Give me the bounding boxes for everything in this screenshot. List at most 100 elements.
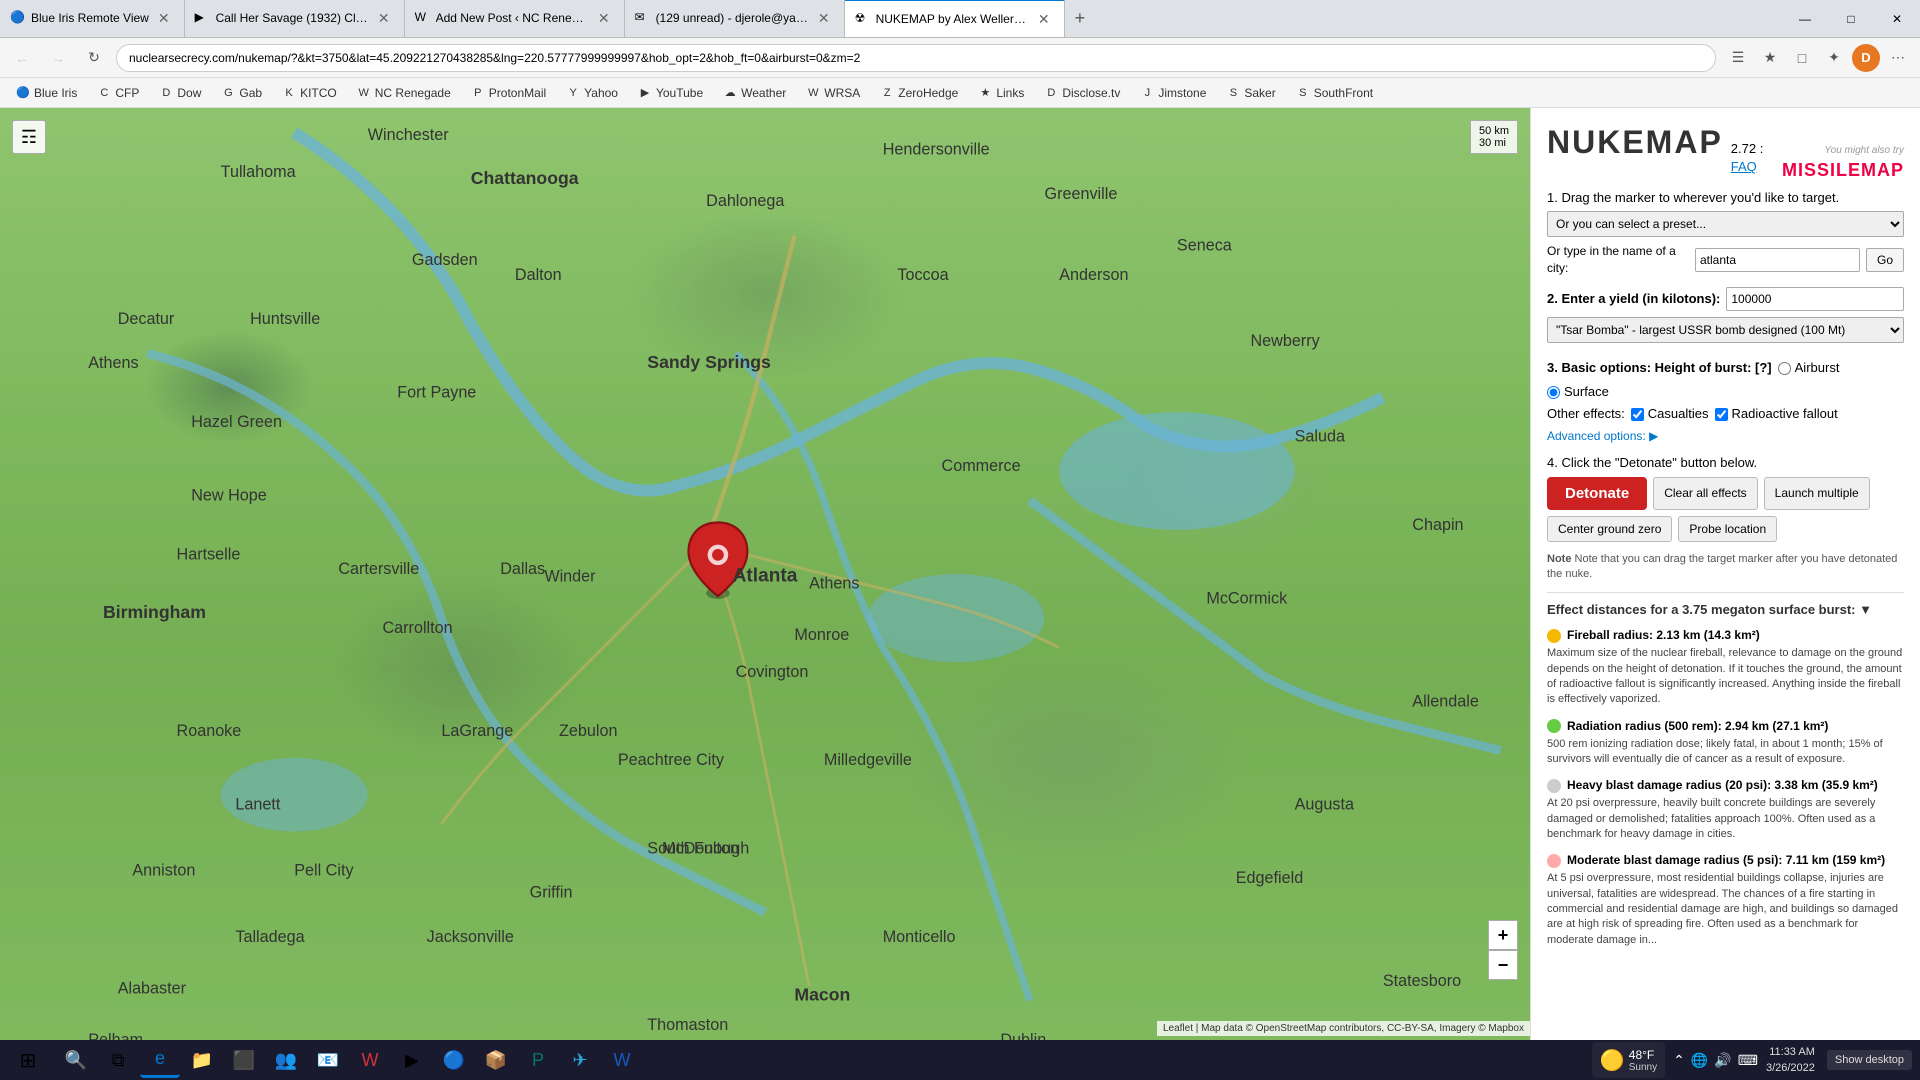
effect-label-radiation: Radiation radius (500 rem): 2.94 km (27.… [1567,718,1828,735]
back-button[interactable]: ← [8,44,36,72]
taskbar-terminal[interactable]: ⬛ [224,1042,264,1078]
weather-temp: 48°F [1629,1048,1657,1062]
maximize-button[interactable]: □ [1828,0,1874,38]
tab-tab-nukemap[interactable]: ☢ NUKEMAP by Alex Wellerstein ✕ [845,0,1065,37]
map-container[interactable]: Decatur Athens Birmingham Huntsville Tul… [0,108,1530,1040]
bookmark-bm-blueIris[interactable]: 🔵 Blue Iris [8,83,85,103]
show-desktop-button[interactable]: Show desktop [1827,1050,1912,1070]
svg-text:Cartersville: Cartersville [338,560,419,578]
bookmark-bm-ncRenegade[interactable]: W NC Renegade [349,83,459,103]
address-input[interactable] [116,44,1716,72]
airburst-radio-input[interactable] [1778,362,1791,375]
center-ground-zero-button[interactable]: Center ground zero [1547,516,1672,542]
bookmark-bm-kitco[interactable]: K KITCO [274,83,345,103]
taskbar-files[interactable]: 📁 [182,1042,222,1078]
start-button[interactable]: ⊞ [8,1042,48,1078]
extension-icon[interactable]: ✦ [1820,44,1848,72]
tab-tab-blueIris[interactable]: 🔵 Blue Iris Remote View ✕ [0,0,185,37]
tab-close-tab-nukemap[interactable]: ✕ [1034,9,1054,30]
profile-icon[interactable]: D [1852,44,1880,72]
effect-title-radiation: Radiation radius (500 rem): 2.94 km (27.… [1547,718,1904,735]
bookmark-bm-youtube[interactable]: ▶ YouTube [630,83,711,103]
effect-header: Effect distances for a 3.75 megaton surf… [1547,592,1904,619]
svg-text:Toccoa: Toccoa [897,266,948,284]
bookmark-label-bm-protonmail: ProtonMail [489,86,546,100]
taskbar-office[interactable]: W [350,1042,390,1078]
tab-favicon-tab-email: ✉ [635,10,651,26]
surface-radio-input[interactable] [1547,386,1560,399]
bookmark-bm-protonmail[interactable]: P ProtonMail [463,83,554,103]
tab-tab-callHer[interactable]: ▶ Call Her Savage (1932) Clara Bo... ✕ [185,0,405,37]
taskbar-word[interactable]: W [602,1042,642,1078]
tab-tab-addPost[interactable]: W Add New Post ‹ NC Renegades – ✕ [405,0,625,37]
close-button[interactable]: ✕ [1874,0,1920,38]
reader-mode-icon[interactable]: ☰ [1724,44,1752,72]
probe-location-button[interactable]: Probe location [1678,516,1777,542]
speaker-icon[interactable]: 🔊 [1714,1052,1731,1069]
favorites-icon[interactable]: ★ [1756,44,1784,72]
tab-close-tab-blueIris[interactable]: ✕ [154,8,174,29]
taskbar-taskview[interactable]: ⧉ [98,1042,138,1078]
step4-label: 4. Click the "Detonate" button below. [1547,454,1904,472]
city-input[interactable] [1695,248,1860,272]
taskbar-dropbox[interactable]: 📦 [476,1042,516,1078]
faq-link[interactable]: FAQ [1731,159,1757,174]
tab-tab-email[interactable]: ✉ (129 unread) - djerole@yahoo.c... ✕ [625,0,845,37]
keyboard-icon[interactable]: ⌨ [1738,1052,1758,1069]
bookmark-bm-yahoo[interactable]: Y Yahoo [558,83,626,103]
bookmark-bm-zerohedge[interactable]: Z ZeroHedge [872,83,966,103]
taskbar-teams[interactable]: 👥 [266,1042,306,1078]
bookmark-bm-saker[interactable]: S Saker [1218,83,1283,103]
minimize-button[interactable]: — [1782,0,1828,38]
tab-close-tab-email[interactable]: ✕ [814,8,834,29]
tray-chevron-icon[interactable]: ⌃ [1673,1052,1685,1069]
bookmark-bm-cfp[interactable]: C CFP [89,83,147,103]
yield-input[interactable] [1726,287,1904,311]
zoom-in-button[interactable]: + [1488,920,1518,950]
city-label: Or type in the name of a city: [1547,243,1689,277]
casualties-checkbox[interactable] [1631,408,1644,421]
detonate-button[interactable]: Detonate [1547,477,1647,510]
bookmark-label-bm-zerohedge: ZeroHedge [898,86,958,100]
windows-logo-icon: ⊞ [20,1048,37,1073]
bookmark-bm-wrsa[interactable]: W WRSA [798,83,868,103]
missilemap-link[interactable]: MISSILEMAP [1782,158,1904,183]
forward-button[interactable]: → [44,44,72,72]
taskbar-media[interactable]: ▶ [392,1042,432,1078]
fallout-checkbox[interactable] [1715,408,1728,421]
svg-text:Anniston: Anniston [132,862,195,880]
settings-icon[interactable]: ⋯ [1884,44,1912,72]
tab-close-tab-addPost[interactable]: ✕ [594,8,614,29]
bomb-select[interactable]: "Tsar Bomba" - largest USSR bomb designe… [1547,317,1904,343]
bookmark-bm-dow[interactable]: D Dow [151,83,209,103]
taskbar-telegram[interactable]: ✈ [560,1042,600,1078]
svg-text:Greenville: Greenville [1045,185,1118,203]
preset-select[interactable]: Or you can select a preset... [1547,211,1904,237]
taskbar-publisher[interactable]: P [518,1042,558,1078]
bookmark-bm-weather[interactable]: ☁ Weather [715,83,794,103]
taskbar-edge[interactable]: e [140,1042,180,1078]
bookmark-bm-links[interactable]: ★ Links [970,83,1032,103]
zoom-out-button[interactable]: − [1488,950,1518,980]
bookmark-bm-jimstone[interactable]: J Jimstone [1132,83,1214,103]
layer-control-button[interactable]: ☶ [12,120,46,154]
weather-widget[interactable]: 🟡 48°F Sunny [1592,1042,1665,1078]
taskbar-outlook[interactable]: 📧 [308,1042,348,1078]
bookmark-icon-bm-kitco: K [282,86,296,100]
advanced-options-toggle[interactable]: Advanced options: ▶ [1547,428,1904,445]
bookmark-bm-gab[interactable]: G Gab [213,83,270,103]
bookmark-bm-southfront[interactable]: S SouthFront [1288,83,1381,103]
collections-icon[interactable]: □ [1788,44,1816,72]
go-button[interactable]: Go [1866,248,1904,272]
clear-effects-button[interactable]: Clear all effects [1653,477,1757,510]
launch-multiple-button[interactable]: Launch multiple [1764,477,1870,510]
taskbar-chrome[interactable]: 🔵 [434,1042,474,1078]
bookmark-bm-disclose[interactable]: D Disclose.tv [1036,83,1128,103]
new-tab-button[interactable]: + [1065,0,1096,37]
tab-close-tab-callHer[interactable]: ✕ [374,8,394,29]
bookmark-label-bm-blueIris: Blue Iris [34,86,77,100]
clock[interactable]: 11:33 AM 3/26/2022 [1766,1044,1815,1077]
taskbar-search[interactable]: 🔍 [56,1042,96,1078]
refresh-button[interactable]: ↻ [80,44,108,72]
network-icon[interactable]: 🌐 [1691,1052,1708,1069]
